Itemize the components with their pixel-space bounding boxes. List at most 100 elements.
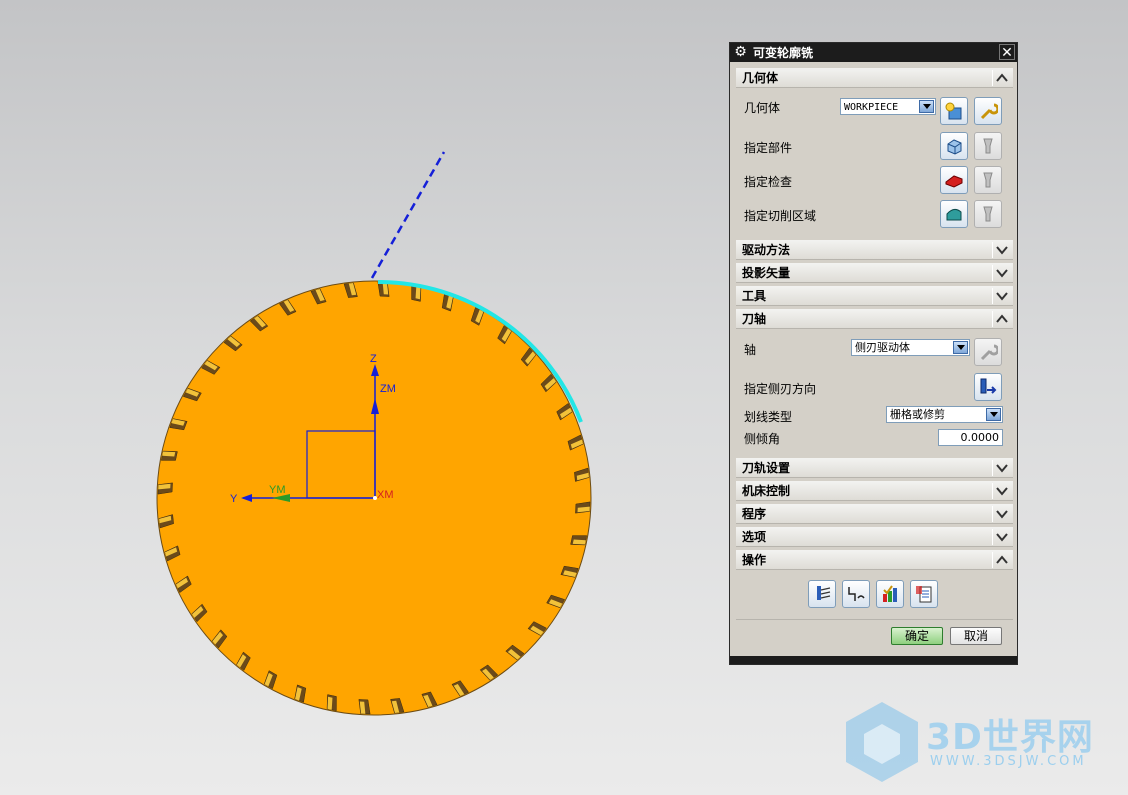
flashlight-icon bbox=[983, 138, 993, 154]
show-cut-area-button[interactable] bbox=[974, 200, 1002, 228]
section-drive-method[interactable]: 驱动方法 bbox=[736, 240, 1013, 260]
section-options[interactable]: 选项 bbox=[736, 527, 1013, 547]
chevron-up-icon[interactable] bbox=[996, 550, 1008, 569]
section-tool-axis-label: 刀轴 bbox=[742, 312, 767, 326]
section-separator bbox=[992, 506, 993, 522]
ruling-type-select[interactable]: 栅格或修剪 bbox=[886, 406, 1003, 423]
ruling-type-label: 划线类型 bbox=[744, 410, 793, 424]
verify-button[interactable] bbox=[876, 580, 904, 608]
settings-gear-icon[interactable]: ⚙ bbox=[733, 45, 748, 60]
chevron-down-icon[interactable] bbox=[996, 504, 1008, 523]
new-geometry-icon bbox=[945, 102, 962, 120]
gear-tooth-face bbox=[572, 539, 586, 545]
gear-tooth-face bbox=[162, 451, 176, 457]
side-blade-direction-button[interactable] bbox=[974, 373, 1002, 401]
chevron-down-icon[interactable] bbox=[996, 458, 1008, 477]
geometry-label: 几何体 bbox=[744, 101, 781, 115]
wrench-icon bbox=[980, 344, 998, 361]
watermark: 3D世界网 WWW.3DSJW.COM bbox=[842, 698, 1112, 786]
wrench-icon bbox=[980, 103, 998, 120]
close-icon[interactable]: ✕ bbox=[999, 44, 1015, 61]
chevron-down-icon[interactable] bbox=[996, 527, 1008, 546]
dialog-bottom-bar bbox=[730, 656, 1017, 664]
flashlight-icon bbox=[983, 206, 993, 222]
watermark-url: WWW.3DSJW.COM bbox=[930, 754, 1087, 769]
flashlight-icon bbox=[983, 172, 993, 188]
chevron-down-icon[interactable] bbox=[996, 263, 1008, 282]
new-geometry-button[interactable] bbox=[940, 97, 968, 125]
section-tool[interactable]: 工具 bbox=[736, 286, 1013, 306]
axis-label: 轴 bbox=[744, 343, 757, 357]
chevron-down-icon[interactable] bbox=[953, 341, 968, 354]
section-separator bbox=[992, 311, 993, 327]
section-program-label: 程序 bbox=[742, 507, 767, 521]
section-actions[interactable]: 操作 bbox=[736, 550, 1013, 570]
cancel-button[interactable]: 取消 bbox=[950, 627, 1002, 645]
generate-path-icon bbox=[817, 586, 831, 600]
zm-axis-label: ZM bbox=[380, 383, 396, 395]
tilt-angle-label: 侧倾角 bbox=[744, 432, 781, 446]
list-document-icon bbox=[916, 586, 932, 603]
verify-icon bbox=[883, 585, 897, 602]
section-drive-method-label: 驱动方法 bbox=[742, 243, 791, 257]
tool-axis-vector bbox=[370, 151, 446, 279]
section-machine-control[interactable]: 机床控制 bbox=[736, 481, 1013, 501]
axis-select[interactable]: 侧刃驱动体 bbox=[851, 339, 970, 356]
z-axis-label: Z bbox=[370, 353, 377, 365]
specify-part-label: 指定部件 bbox=[744, 141, 793, 155]
geometry-select-value: WORKPIECE bbox=[844, 102, 899, 113]
section-separator bbox=[992, 460, 993, 476]
part-icon bbox=[947, 139, 962, 155]
direction-arrow-icon bbox=[980, 378, 997, 394]
dialog-title: 可变轮廓铣 bbox=[753, 46, 814, 60]
cube-logo-icon bbox=[846, 702, 918, 782]
edit-geometry-button[interactable] bbox=[974, 97, 1002, 125]
chevron-down-icon[interactable] bbox=[919, 100, 934, 113]
specify-part-button[interactable] bbox=[940, 132, 968, 160]
check-body-icon bbox=[945, 175, 963, 188]
xm-axis-label: XM bbox=[377, 489, 394, 501]
section-separator bbox=[992, 483, 993, 499]
y-axis-label: Y bbox=[230, 493, 238, 505]
section-separator bbox=[992, 265, 993, 281]
section-projection-vector[interactable]: 投影矢量 bbox=[736, 263, 1013, 283]
chevron-down-icon[interactable] bbox=[996, 286, 1008, 305]
show-part-button[interactable] bbox=[974, 132, 1002, 160]
chevron-up-icon[interactable] bbox=[996, 68, 1008, 87]
gear-tooth-face bbox=[415, 286, 421, 300]
section-path-settings[interactable]: 刀轨设置 bbox=[736, 458, 1013, 478]
section-program[interactable]: 程序 bbox=[736, 504, 1013, 524]
section-geometry[interactable]: 几何体 bbox=[736, 68, 1013, 88]
chevron-down-icon[interactable] bbox=[986, 408, 1001, 421]
section-separator bbox=[992, 529, 993, 545]
side-blade-direction-label: 指定侧刃方向 bbox=[744, 382, 817, 396]
section-projection-vector-label: 投影矢量 bbox=[742, 266, 791, 280]
section-geometry-label: 几何体 bbox=[742, 71, 779, 85]
ok-button[interactable]: 确定 bbox=[891, 627, 943, 645]
ym-axis-label: YM bbox=[269, 484, 286, 496]
chevron-down-icon[interactable] bbox=[996, 481, 1008, 500]
geometry-select[interactable]: WORKPIECE bbox=[840, 98, 936, 115]
section-separator bbox=[992, 288, 993, 304]
axis-select-value: 侧刃驱动体 bbox=[855, 341, 910, 354]
specify-check-label: 指定检查 bbox=[744, 175, 793, 189]
actions-panel bbox=[736, 571, 1013, 620]
chevron-down-icon[interactable] bbox=[996, 240, 1008, 259]
axis-edit-button[interactable] bbox=[974, 338, 1002, 366]
specify-check-button[interactable] bbox=[940, 166, 968, 194]
section-actions-label: 操作 bbox=[742, 553, 767, 567]
gear-tooth-face bbox=[327, 696, 333, 710]
show-check-button[interactable] bbox=[974, 166, 1002, 194]
specify-cut-area-button[interactable] bbox=[940, 200, 968, 228]
dialog-titlebar[interactable]: ⚙ 可变轮廓铣 ✕ bbox=[730, 43, 1017, 62]
list-button[interactable] bbox=[910, 580, 938, 608]
generate-button[interactable] bbox=[808, 580, 836, 608]
section-separator bbox=[992, 70, 993, 86]
chevron-up-icon[interactable] bbox=[996, 309, 1008, 328]
cut-area-icon bbox=[946, 208, 962, 221]
section-tool-axis[interactable]: 刀轴 bbox=[736, 309, 1013, 329]
section-options-label: 选项 bbox=[742, 530, 767, 544]
section-separator bbox=[992, 242, 993, 258]
tilt-angle-input[interactable]: 0.0000 bbox=[938, 429, 1003, 446]
replay-button[interactable] bbox=[842, 580, 870, 608]
